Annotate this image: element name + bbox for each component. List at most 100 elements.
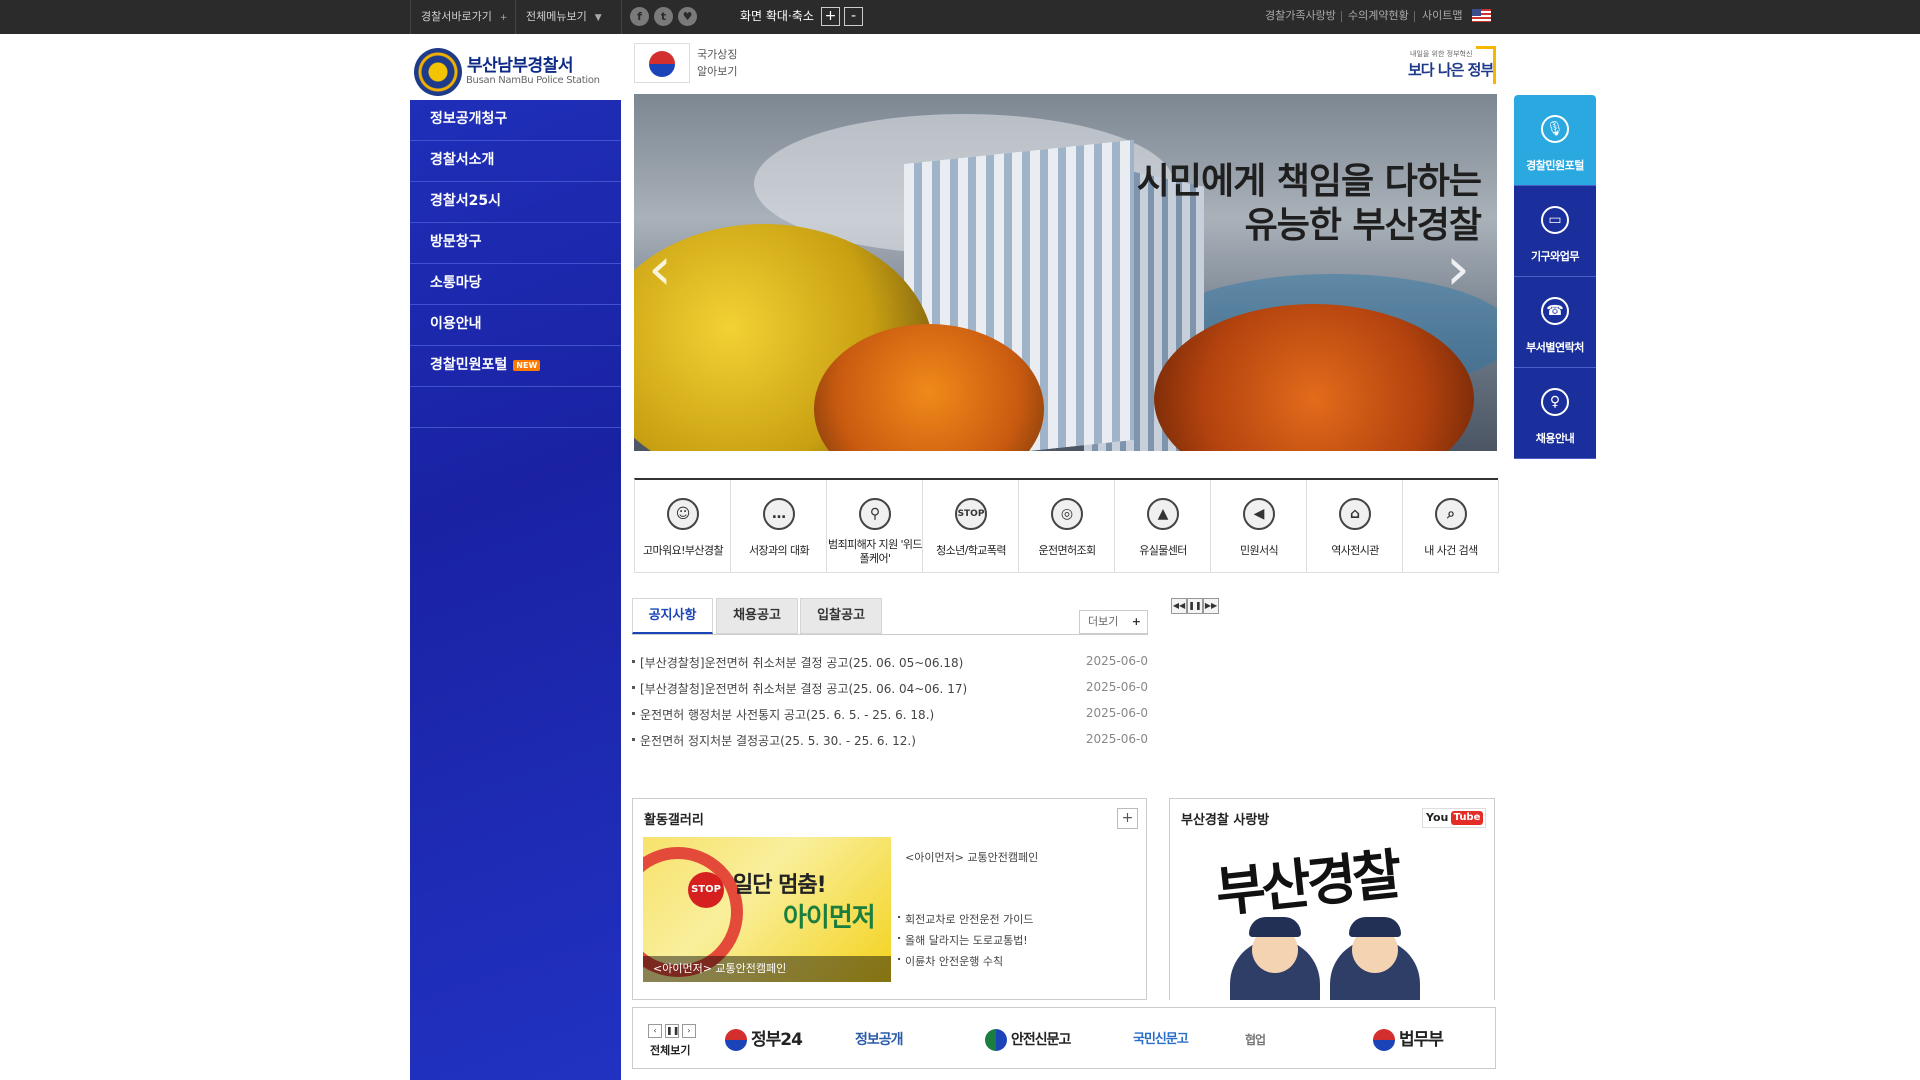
partner-gov24[interactable]: 정부24 bbox=[725, 1026, 803, 1054]
tab-bid[interactable]: 입찰공고 bbox=[800, 598, 882, 634]
sidebar-item-visit[interactable]: 방문창구 bbox=[410, 223, 621, 264]
police-station-shortcut-dropdown[interactable]: 경찰서바로가기 + bbox=[410, 0, 515, 34]
sidebar-item-label: 이용안내 bbox=[430, 316, 482, 332]
new-badge: NEW bbox=[513, 359, 541, 371]
notice-title: [부산경찰청]운전면허 취소처분 결정 공고(25. 06. 05~06.18) bbox=[640, 656, 964, 670]
national-symbol-button[interactable] bbox=[634, 43, 690, 83]
divider bbox=[1341, 11, 1342, 22]
more-button[interactable]: 더보기 + bbox=[1079, 610, 1148, 634]
shortcut-history-hall[interactable]: ⌂ 역사전시관 bbox=[1307, 480, 1403, 573]
sidebar-item-civil-portal[interactable]: 경찰민원포털 NEW bbox=[410, 346, 621, 387]
site-logo-name[interactable]: 부산남부경찰서 bbox=[467, 51, 573, 76]
plus-icon: + bbox=[1131, 615, 1141, 628]
national-symbol-text[interactable]: 국가상징알아보기 bbox=[697, 46, 737, 80]
partner-open-gov[interactable]: 정보공개 bbox=[855, 1026, 904, 1054]
notice-date: 2025-06-0 bbox=[1085, 680, 1148, 694]
list-item[interactable]: [부산경찰청]운전면허 취소처분 결정 공고(25. 06. 05~06.18)… bbox=[632, 652, 1148, 672]
youtube-tube-text: Tube bbox=[1451, 811, 1483, 825]
sidebar-item-empty bbox=[410, 387, 621, 428]
partner-label: 국민신문고 bbox=[1133, 1032, 1189, 1047]
quick-label: 기구와업무 bbox=[1530, 250, 1580, 263]
list-item[interactable]: 운전면허 행정처분 사전통지 공고(25. 6. 5. - 25. 6. 18.… bbox=[632, 704, 1148, 724]
officer-cap bbox=[1249, 917, 1301, 937]
tab-notice[interactable]: 공지사항 bbox=[632, 598, 713, 634]
police-emblem-icon[interactable] bbox=[414, 48, 462, 96]
quick-contacts[interactable]: ☎ 부서별연락처 bbox=[1514, 277, 1596, 368]
sidebar-item-guide[interactable]: 이용안내 bbox=[410, 305, 621, 346]
shortcut-license-check[interactable]: ◎ 운전면허조회 bbox=[1019, 480, 1115, 573]
tab-underline bbox=[632, 634, 1148, 635]
util-link-contracts[interactable]: 수의계약현황 bbox=[1348, 0, 1409, 32]
partner-epeople[interactable]: 국민신문고 bbox=[1133, 1026, 1189, 1054]
sidebar-item-24h[interactable]: 경찰서25시 bbox=[410, 182, 621, 223]
links-view-all[interactable]: 전체보기 bbox=[650, 1042, 690, 1058]
related-sites-bar: ‹ ❚❚ › 전체보기 정부24 정보공개 안전신문고 국민신문고 협업 법무부 bbox=[632, 1007, 1496, 1069]
quick-organization[interactable]: ▭ 기구와업무 bbox=[1514, 186, 1596, 277]
gallery-main-link[interactable]: <아이먼저> 교통안전캠페인 bbox=[905, 849, 1038, 865]
util-link-family[interactable]: 경찰가족사랑방 bbox=[1265, 0, 1336, 32]
quick-civil-portal[interactable]: 🎙 경찰민원포털 bbox=[1514, 95, 1596, 186]
banner-next-icon[interactable]: › bbox=[1446, 234, 1470, 304]
shortcut-victim-support[interactable]: ⚲ 범죄피해자 지원 '위드폴케어' bbox=[827, 480, 923, 573]
popup-pause-button[interactable]: ❚❚ bbox=[1187, 598, 1203, 614]
main-banner[interactable]: 시민에게 책임을 다하는 유능한 부산경찰 ‹ › bbox=[634, 94, 1497, 451]
quick-label: 부서별연락처 bbox=[1526, 341, 1584, 354]
sidebar-item-info-request[interactable]: 정보공개청구 bbox=[410, 100, 621, 141]
shortcut-label: 청소년/학교폭력 bbox=[936, 544, 1006, 557]
links-next-button[interactable]: › bbox=[682, 1024, 696, 1038]
partner-safety-report[interactable]: 안전신문고 bbox=[985, 1026, 1071, 1054]
util-link-sitemap[interactable]: 사이트맵 bbox=[1422, 0, 1462, 32]
partner-label: 협업 bbox=[1245, 1033, 1266, 1047]
gallery-thumbnail[interactable]: STOP 일단 멈춤! 아이먼저 <아이먼저> 교통안전캠페인 bbox=[643, 837, 891, 982]
quick-label: 경찰민원포털 bbox=[1526, 159, 1584, 172]
computer-search-icon: ⌕ bbox=[1435, 498, 1467, 530]
dropdown-label: 경찰서바로가기 bbox=[421, 10, 492, 23]
sidebar-item-label: 경찰서25시 bbox=[430, 193, 502, 209]
facebook-icon[interactable]: f bbox=[630, 7, 649, 26]
sidebar-item-community[interactable]: 소통마당 bbox=[410, 264, 621, 305]
links-prev-button[interactable]: ‹ bbox=[648, 1024, 662, 1038]
youtube-logo[interactable]: You Tube bbox=[1422, 808, 1486, 828]
more-label: 더보기 bbox=[1088, 615, 1119, 628]
list-item[interactable]: 운전면허 정지처분 결정공고(25. 5. 30. - 25. 6. 12.) 2… bbox=[632, 730, 1148, 750]
taegeuk-icon bbox=[725, 1029, 747, 1051]
tab-recruit[interactable]: 채용공고 bbox=[716, 598, 798, 634]
zoom-out-button[interactable]: - bbox=[844, 7, 863, 26]
symbol-line1: 국가상징 bbox=[697, 48, 738, 61]
us-flag-icon[interactable] bbox=[1472, 9, 1491, 22]
gallery-list-item[interactable]: 올해 달라지는 도로교통법! bbox=[897, 929, 1028, 948]
shortcut-chief-talk[interactable]: … 서장과의 대화 bbox=[731, 480, 827, 573]
shortcut-case-search[interactable]: ⌕ 내 사건 검색 bbox=[1403, 480, 1499, 573]
sidebar-item-about[interactable]: 경찰서소개 bbox=[410, 141, 621, 182]
better-government-logo[interactable]: 내일을 위한 정부혁신 보다 나은 정부 bbox=[1408, 46, 1498, 86]
calligraphy-image[interactable]: 부산경찰 bbox=[1211, 830, 1401, 928]
popup-prev-button[interactable]: ◀◀ bbox=[1171, 598, 1187, 614]
monitor-icon: ▭ bbox=[1541, 206, 1569, 234]
links-pause-button[interactable]: ❚❚ bbox=[665, 1024, 679, 1038]
partner-collab[interactable]: 협업 bbox=[1245, 1026, 1266, 1054]
sidebar-item-label: 방문창구 bbox=[430, 234, 482, 250]
shortcut-lost-found[interactable]: ▲ 유실물센터 bbox=[1115, 480, 1211, 573]
shortcut-thanks[interactable]: ☺ 고마워요!부산경찰 bbox=[635, 480, 731, 573]
symbol-line2: 알아보기 bbox=[697, 65, 738, 78]
officer-cap bbox=[1349, 917, 1401, 937]
top-bar: 경찰서바로가기 + 전체메뉴보기 ▼ f t ♥ 화면 확대·축소 + - 경찰가족… bbox=[0, 0, 1920, 34]
quick-recruit[interactable]: ♀ 채용안내 bbox=[1514, 368, 1596, 459]
gallery-list-item[interactable]: 회전교차로 안전운전 가이드 bbox=[897, 908, 1033, 927]
gallery-list-item[interactable]: 이륜차 안전운행 수칙 bbox=[897, 950, 1003, 969]
all-menu-dropdown[interactable]: 전체메뉴보기 ▼ bbox=[515, 0, 622, 34]
heart-icon[interactable]: ♥ bbox=[678, 7, 697, 26]
shortcut-school-violence[interactable]: STOP 청소년/학교폭력 bbox=[923, 480, 1019, 573]
taegeuk-icon bbox=[1373, 1029, 1395, 1051]
zoom-in-button[interactable]: + bbox=[821, 7, 840, 26]
banner-prev-icon[interactable]: ‹ bbox=[648, 234, 672, 304]
shortcut-forms[interactable]: ◀ 민원서식 bbox=[1211, 480, 1307, 573]
magnifier-icon: ⚲ bbox=[859, 498, 891, 530]
popup-next-button[interactable]: ▶▶ bbox=[1203, 598, 1219, 614]
speaker-icon: ◀ bbox=[1243, 498, 1275, 530]
twitter-icon[interactable]: t bbox=[654, 7, 673, 26]
sidebar-item-label: 경찰민원포털 bbox=[430, 357, 508, 373]
list-item[interactable]: [부산경찰청]운전면허 취소처분 결정 공고(25. 06. 04~06. 17… bbox=[632, 678, 1148, 698]
gallery-more-button[interactable]: + bbox=[1117, 808, 1138, 829]
partner-moj[interactable]: 법무부 bbox=[1373, 1026, 1444, 1054]
